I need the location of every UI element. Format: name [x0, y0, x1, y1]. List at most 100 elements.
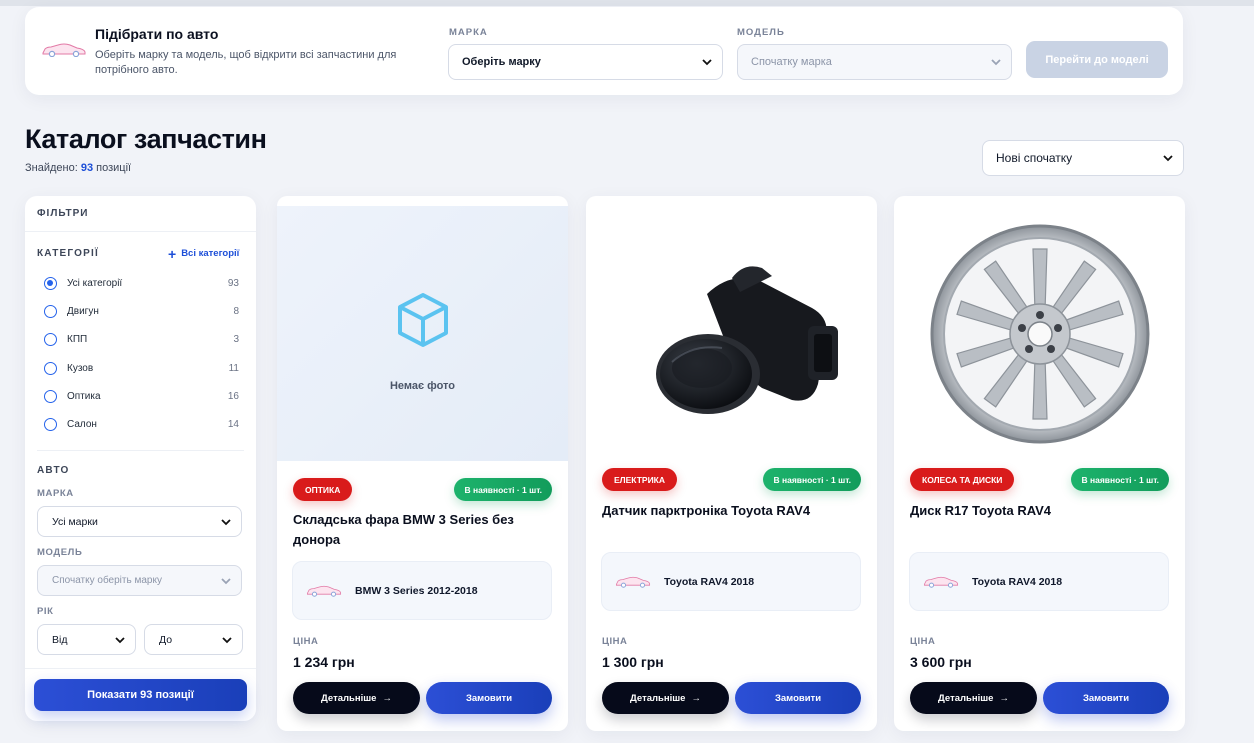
- brand-select[interactable]: Оберіть марку: [448, 44, 723, 80]
- car-icon: [615, 576, 651, 588]
- fitment-car: BMW 3 Series 2012-2018: [355, 584, 478, 597]
- details-label: Детальніше: [321, 692, 377, 704]
- product-title[interactable]: Диск R17 Toyota RAV4: [910, 501, 1160, 521]
- order-button[interactable]: Замовити: [735, 682, 861, 714]
- car-icon: [42, 43, 86, 57]
- product-card: Немає фото ОПТИКА В наявності · 1 шт. Ск…: [277, 196, 568, 731]
- divider: [37, 450, 244, 451]
- no-photo-text: Немає фото: [389, 380, 456, 392]
- details-label: Детальніше: [938, 692, 994, 704]
- product-image[interactable]: [894, 206, 1185, 461]
- model-select-value: Спочатку марка: [751, 56, 832, 68]
- product-image[interactable]: [586, 206, 877, 461]
- category-count: 11: [228, 362, 239, 374]
- car-icon: [923, 576, 959, 588]
- category-label: Двигун: [67, 305, 99, 317]
- chevron-down-icon: [221, 578, 231, 585]
- fitment-car: Toyota RAV4 2018: [972, 575, 1063, 588]
- brand-select-value: Оберіть марку: [462, 56, 541, 68]
- filter-brand-label: МАРКА: [37, 488, 74, 499]
- radio-button[interactable]: [44, 304, 57, 318]
- details-button[interactable]: Детальніше →: [602, 682, 729, 714]
- product-price: 1 300 грн: [602, 654, 664, 670]
- parking-sensor-image: [655, 265, 838, 414]
- category-label: Оптика: [67, 390, 101, 402]
- radio-button[interactable]: [44, 332, 57, 346]
- category-interior[interactable]: Салон 14: [44, 415, 239, 433]
- results-suffix: позиції: [96, 162, 132, 174]
- details-label: Детальніше: [630, 692, 686, 704]
- category-all[interactable]: Усі категорії 93: [44, 274, 239, 292]
- order-button[interactable]: Замовити: [426, 682, 552, 714]
- filter-model-select[interactable]: Спочатку оберіть марку: [37, 565, 242, 596]
- arrow-right-icon: →: [382, 692, 392, 704]
- stock-badge: В наявності · 1 шт.: [763, 468, 861, 491]
- radio-button[interactable]: [44, 417, 57, 431]
- product-image-placeholder[interactable]: Немає фото: [277, 206, 568, 461]
- details-button[interactable]: Детальніше →: [293, 682, 420, 714]
- model-select[interactable]: Спочатку марка: [737, 44, 1012, 80]
- model-label: МОДЕЛЬ: [737, 27, 785, 38]
- results-number: 93: [80, 162, 94, 174]
- fitment-box: Toyota RAV4 2018: [601, 552, 861, 611]
- category-optics[interactable]: Оптика 16: [44, 387, 239, 405]
- product-title[interactable]: Датчик парктроніка Toyota RAV4: [602, 501, 852, 521]
- radio-button[interactable]: [44, 276, 57, 290]
- year-to-select[interactable]: До: [144, 624, 243, 655]
- filter-model-label: МОДЕЛЬ: [37, 547, 83, 558]
- year-from-value: Від: [52, 633, 68, 646]
- sort-select[interactable]: Нові спочатку: [982, 140, 1184, 176]
- category-engine[interactable]: Двигун 8: [44, 302, 239, 320]
- arrow-right-icon: →: [691, 692, 701, 704]
- product-price: 1 234 грн: [293, 654, 355, 670]
- details-button[interactable]: Детальніше →: [910, 682, 1037, 714]
- product-title[interactable]: Складська фара BMW 3 Series без донора: [293, 510, 543, 550]
- category-badge: ОПТИКА: [293, 478, 353, 501]
- year-to-value: До: [159, 633, 173, 646]
- category-label: КПП: [67, 333, 88, 345]
- product-card: ЕЛЕКТРИКА В наявності · 1 шт. Датчик пар…: [586, 196, 877, 731]
- filter-brand-select[interactable]: Усі марки: [37, 506, 242, 537]
- filters-panel: ФІЛЬТРИ КАТЕГОРІЇ + Всі категорії Усі ка…: [25, 196, 256, 721]
- stock-badge: В наявності · 1 шт.: [1071, 468, 1169, 491]
- divider: [25, 668, 256, 669]
- fitment-car: Toyota RAV4 2018: [664, 575, 755, 588]
- chevron-down-icon: [991, 59, 1001, 66]
- results-prefix: Знайдено:: [25, 162, 78, 174]
- category-count: 14: [227, 418, 239, 430]
- all-categories-link[interactable]: + Всі категорії: [168, 247, 240, 261]
- show-results-button[interactable]: Показати 93 позиції: [34, 679, 247, 711]
- year-from-select[interactable]: Від: [37, 624, 136, 655]
- brand-label: МАРКА: [449, 27, 488, 38]
- filter-brand-value: Усі марки: [52, 515, 98, 528]
- price-label: ЦІНА: [602, 636, 628, 647]
- picker-title: Підібрати по авто: [95, 26, 219, 42]
- all-categories-text: Всі категорії: [181, 248, 240, 259]
- vehicle-picker: Підібрати по авто Оберіть марку та модел…: [25, 7, 1183, 95]
- filters-header: ФІЛЬТРИ: [37, 208, 89, 219]
- category-count: 16: [227, 390, 239, 402]
- category-label: Усі категорії: [67, 277, 123, 289]
- fitment-box: Toyota RAV4 2018: [909, 552, 1169, 611]
- radio-button[interactable]: [44, 361, 57, 375]
- chevron-down-icon: [222, 637, 232, 644]
- stock-badge: В наявності · 1 шт.: [454, 478, 552, 501]
- go-to-model-button[interactable]: Перейти до моделі: [1026, 41, 1168, 78]
- wheel-rim-image: [930, 224, 1149, 443]
- sort-select-value: Нові спочатку: [996, 151, 1073, 165]
- category-transmission[interactable]: КПП 3: [44, 330, 239, 348]
- chevron-down-icon: [1163, 155, 1173, 162]
- chevron-down-icon: [702, 59, 712, 66]
- filter-model-value: Спочатку оберіть марку: [52, 575, 162, 586]
- radio-button[interactable]: [44, 389, 57, 403]
- top-fade: [0, 0, 1254, 6]
- price-label: ЦІНА: [293, 636, 319, 647]
- page-title: Каталог запчастин: [25, 124, 267, 154]
- chevron-down-icon: [115, 637, 125, 644]
- order-button[interactable]: Замовити: [1043, 682, 1169, 714]
- car-icon: [306, 585, 342, 597]
- category-badge: ЕЛЕКТРИКА: [602, 468, 677, 491]
- chevron-down-icon: [221, 519, 231, 526]
- category-body[interactable]: Кузов 11: [44, 359, 239, 377]
- results-count: Знайдено: 93 позиції: [25, 162, 131, 174]
